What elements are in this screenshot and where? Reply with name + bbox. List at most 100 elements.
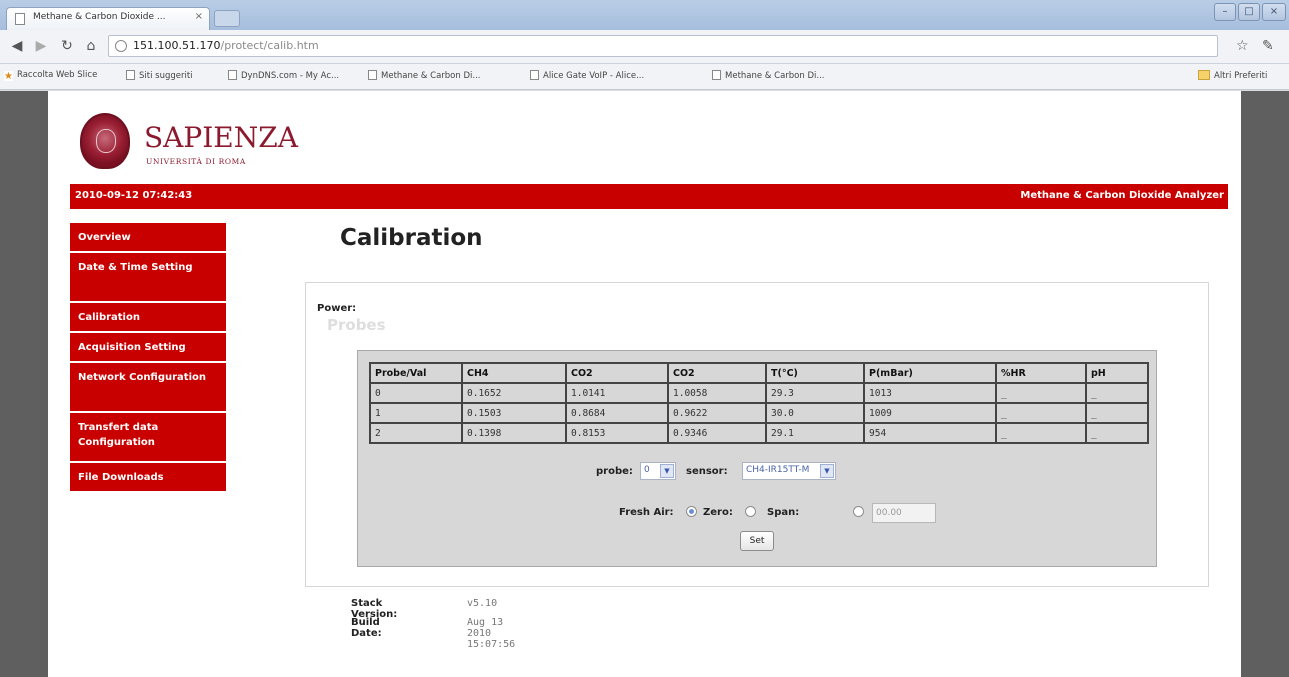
- page-icon: [530, 70, 539, 80]
- table-cell: 954: [863, 422, 997, 444]
- zero-label: Zero:: [703, 507, 733, 518]
- tab-title: Methane & Carbon Dioxide ...: [33, 12, 166, 22]
- reload-icon[interactable]: ↻: [58, 37, 76, 55]
- table-cell: 0.1503: [461, 402, 567, 424]
- page-icon: [126, 70, 135, 80]
- bookmark-item[interactable]: Alice Gate VoIP - Alice...: [530, 70, 644, 81]
- brand-name: SAPIENZA: [144, 121, 298, 154]
- page-container: SAPIENZA UNIVERSITÀ DI ROMA 2010-09-12 0…: [48, 91, 1241, 677]
- table-cell: _: [995, 402, 1087, 424]
- column-header: P(mBar): [863, 362, 997, 384]
- bookmark-item[interactable]: Methane & Carbon Di...: [368, 70, 480, 81]
- chevron-down-icon: ▼: [660, 464, 674, 478]
- home-icon[interactable]: ⌂: [82, 37, 100, 55]
- back-icon[interactable]: ◀: [8, 37, 26, 55]
- table-row: 1 0.1503 0.8684 0.9622 30.0 1009 _ _: [369, 402, 1149, 424]
- table-cell: 2: [369, 422, 463, 444]
- table-cell: 0.1398: [461, 422, 567, 444]
- column-header: %HR: [995, 362, 1087, 384]
- probe-form: Probe/Val CH4 CO2 CO2 T(°C) P(mBar) %HR …: [357, 350, 1157, 567]
- probe-values-table: Probe/Val CH4 CO2 CO2 T(°C) P(mBar) %HR …: [369, 362, 1149, 444]
- address-bar[interactable]: 151.100.51.170/protect/calib.htm: [108, 35, 1218, 57]
- column-header: pH: [1085, 362, 1149, 384]
- column-header: CO2: [565, 362, 669, 384]
- stack-version-value: v5.10: [467, 598, 498, 609]
- sensor-select[interactable]: CH4-IR15TT-M ▼: [742, 462, 836, 480]
- browser-tab[interactable]: Methane & Carbon Dioxide ... ×: [6, 7, 210, 30]
- table-cell: 30.0: [765, 402, 865, 424]
- maximize-icon[interactable]: □: [1238, 3, 1260, 21]
- table-cell: _: [995, 382, 1087, 404]
- set-button[interactable]: Set: [740, 531, 774, 551]
- table-cell: 29.3: [765, 382, 865, 404]
- span-value-input[interactable]: 00.00: [872, 503, 936, 523]
- current-datetime: 2010-09-12 07:42:43: [75, 190, 193, 201]
- span-radio[interactable]: [853, 506, 864, 517]
- table-cell: 29.1: [765, 422, 865, 444]
- table-cell: 0.8153: [565, 422, 669, 444]
- sidebar-item-calibration[interactable]: Calibration: [70, 303, 226, 333]
- table-cell: 1.0141: [565, 382, 669, 404]
- probe-select-value: 0: [644, 465, 650, 475]
- table-cell: _: [1085, 402, 1149, 424]
- minimize-icon[interactable]: –: [1214, 3, 1236, 21]
- browser-viewport: SAPIENZA UNIVERSITÀ DI ROMA 2010-09-12 0…: [0, 91, 1289, 677]
- span-label: Span:: [767, 507, 800, 518]
- table-cell: 0: [369, 382, 463, 404]
- page-icon: [712, 70, 721, 80]
- bookmark-item[interactable]: DynDNS.com - My Ac...: [228, 70, 339, 81]
- wrench-icon[interactable]: ✎: [1262, 38, 1274, 54]
- probe-select[interactable]: 0 ▼: [640, 462, 676, 480]
- probe-label: probe:: [596, 466, 633, 477]
- bookmark-item[interactable]: Siti suggeriti: [126, 70, 193, 81]
- tab-close-icon[interactable]: ×: [195, 11, 203, 22]
- sensor-select-value: CH4-IR15TT-M: [746, 465, 810, 475]
- header-bar: 2010-09-12 07:42:43 Methane & Carbon Dio…: [70, 184, 1228, 209]
- sidebar-item-overview[interactable]: Overview: [70, 223, 226, 253]
- fresh-air-radio[interactable]: [686, 506, 697, 517]
- url-path: /protect/calib.htm: [220, 39, 319, 52]
- table-cell: _: [1085, 382, 1149, 404]
- table-cell: _: [1085, 422, 1149, 444]
- column-header: T(°C): [765, 362, 865, 384]
- sidebar-item-transfert-data-configuration[interactable]: Transfert data Configuration: [70, 413, 226, 463]
- globe-icon: [115, 40, 127, 52]
- browser-toolbar: ◀ ▶ ↻ ⌂ 151.100.51.170/protect/calib.htm…: [0, 30, 1289, 64]
- bookmark-star-icon[interactable]: ☆: [1236, 38, 1249, 54]
- browser-title-bar: Methane & Carbon Dioxide ... × – □ ×: [0, 0, 1289, 30]
- page-icon: [15, 13, 25, 25]
- zero-radio[interactable]: [745, 506, 756, 517]
- brand-subtitle: UNIVERSITÀ DI ROMA: [146, 157, 246, 166]
- chevron-down-icon: ▼: [820, 464, 834, 478]
- new-tab-button[interactable]: [214, 10, 240, 27]
- calibration-mode-row: Fresh Air: Zero: Span: 00.00: [619, 503, 949, 525]
- table-cell: 0.9346: [667, 422, 767, 444]
- page-icon: [368, 70, 377, 80]
- probes-label: Probes: [327, 316, 386, 334]
- table-cell: 1013: [863, 382, 997, 404]
- sidebar-item-network-configuration[interactable]: Network Configuration: [70, 363, 226, 413]
- sidebar-item-acquisition-setting[interactable]: Acquisition Setting: [70, 333, 226, 363]
- table-header-row: Probe/Val CH4 CO2 CO2 T(°C) P(mBar) %HR …: [369, 362, 1149, 384]
- bookmark-item[interactable]: Methane & Carbon Di...: [712, 70, 824, 81]
- table-row: 2 0.1398 0.8153 0.9346 29.1 954 _ _: [369, 422, 1149, 444]
- bookmark-item[interactable]: ★ Raccolta Web Slice: [4, 70, 97, 82]
- column-header: CH4: [461, 362, 567, 384]
- table-cell: 1009: [863, 402, 997, 424]
- table-cell: 0.1652: [461, 382, 567, 404]
- calibration-panel: Power: Probes Probe/Val CH4 CO2 CO2 T(°C…: [305, 282, 1209, 587]
- sensor-label: sensor:: [686, 466, 728, 477]
- star-icon: ★: [4, 71, 13, 82]
- close-window-icon[interactable]: ×: [1262, 3, 1286, 21]
- table-cell: 1: [369, 402, 463, 424]
- app-title: Methane & Carbon Dioxide Analyzer: [1020, 190, 1224, 201]
- column-header: Probe/Val: [369, 362, 463, 384]
- forward-icon[interactable]: ▶: [32, 37, 50, 55]
- probe-sensor-row: probe: 0 ▼ sensor: CH4-IR15TT-M ▼: [596, 462, 926, 484]
- other-bookmarks[interactable]: Altri Preferiti: [1198, 70, 1267, 81]
- url-host: 151.100.51.170: [133, 39, 221, 52]
- university-seal-icon: [80, 113, 130, 169]
- sidebar-item-date-time-setting[interactable]: Date & Time Setting: [70, 253, 226, 303]
- sidebar-nav: Overview Date & Time Setting Calibration…: [70, 223, 226, 493]
- sidebar-item-file-downloads[interactable]: File Downloads: [70, 463, 226, 493]
